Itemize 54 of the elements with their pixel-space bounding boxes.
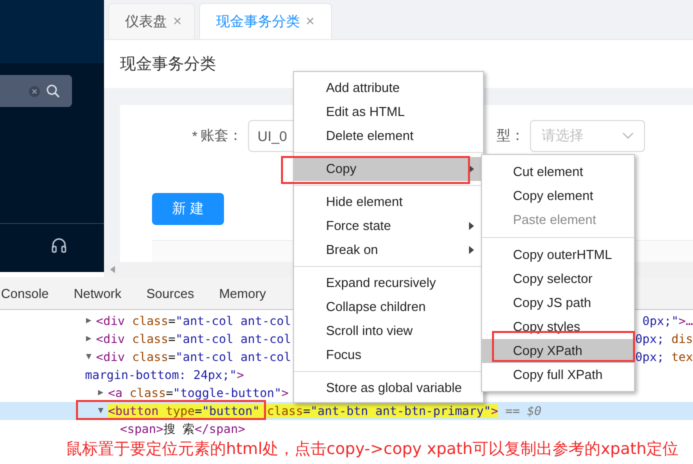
menu-item[interactable]: Copy [294, 157, 483, 181]
menu-item[interactable]: Delete element [294, 124, 483, 148]
tab[interactable]: 仪表盘 × [108, 3, 195, 39]
devtools-tab[interactable]: Sources [146, 286, 194, 300]
menu-item[interactable]: Cut element [482, 160, 634, 184]
code-text: <span>搜 索</span> [120, 421, 246, 438]
code-text: 0px; tex [635, 349, 693, 366]
submenu-arrow-icon [469, 246, 474, 254]
search-icon[interactable] [46, 84, 60, 98]
code-text: <div class="ant-col ant-col [96, 331, 292, 348]
menu-item[interactable]: Collapse children [294, 295, 483, 319]
menu-item[interactable]: Copy JS path [482, 291, 634, 315]
menu-item[interactable]: Store as global variable [294, 376, 483, 400]
code-text: <a class="toggle-button"> [108, 385, 289, 402]
menu-item[interactable]: Hide element [294, 190, 483, 214]
submenu-arrow-icon [469, 165, 474, 173]
code-text: <div class="ant-col ant-col [96, 313, 292, 330]
menu-item[interactable]: Copy element [482, 184, 634, 208]
submenu-arrow-icon [469, 222, 474, 230]
headphones-icon[interactable] [51, 237, 67, 253]
clear-icon[interactable] [29, 86, 40, 96]
required-mark: * [192, 128, 198, 144]
devtools-tab[interactable]: Console [1, 286, 49, 300]
menu-item[interactable]: Edit as HTML [294, 100, 483, 124]
menu-item[interactable]: Copy outerHTML [482, 243, 634, 267]
page-title: 现金事务分类 [120, 54, 216, 74]
expand-toggle[interactable]: ▼ [86, 348, 96, 366]
code-text: 0px;">… [642, 313, 693, 330]
search-field[interactable] [0, 75, 72, 107]
scroll-left-icon[interactable] [110, 266, 115, 273]
code-text: <button type="button" class="ant-btn ant-btn-primary"> == $0 [108, 403, 542, 420]
chevron-down-icon [622, 132, 634, 140]
menu-item[interactable]: Break on [294, 238, 483, 262]
field-label: 型： [496, 127, 524, 145]
code-text: margin-bottom: 24px;"> [85, 367, 244, 384]
menu-item[interactable]: Copy XPath [482, 339, 634, 363]
expand-toggle[interactable]: ▶ [98, 384, 108, 402]
menu-item[interactable]: Focus [294, 343, 483, 367]
menu-item[interactable]: Add attribute [294, 76, 483, 100]
expand-toggle[interactable]: ▼ [98, 402, 108, 420]
menu-item[interactable]: Expand recursively [294, 271, 483, 295]
field-label: 账套： [200, 127, 242, 145]
menu-item[interactable]: Scroll into view [294, 319, 483, 343]
code-text: <div class="ant-col ant-col [96, 349, 292, 366]
devtools-tab[interactable]: Network [74, 286, 122, 300]
code-text: 0px; dis [635, 331, 693, 348]
menu-item[interactable]: Force state [294, 214, 483, 238]
menu-item[interactable]: Copy full XPath [482, 363, 634, 387]
annotation-text: 鼠标置于要定位元素的html处，点击copy->copy xpath可以复制出参考的xpath定位 [66, 439, 679, 460]
expand-toggle[interactable]: ▶ [86, 312, 96, 330]
selected-row[interactable]: ▼ <button type="button" class="ant-btn ant-btn-primary"> == $0 [0, 402, 693, 420]
devtools-tab[interactable]: Memory [219, 286, 266, 300]
menu-item[interactable]: Copy selector [482, 267, 634, 291]
expand-toggle[interactable]: ▶ [86, 330, 96, 348]
